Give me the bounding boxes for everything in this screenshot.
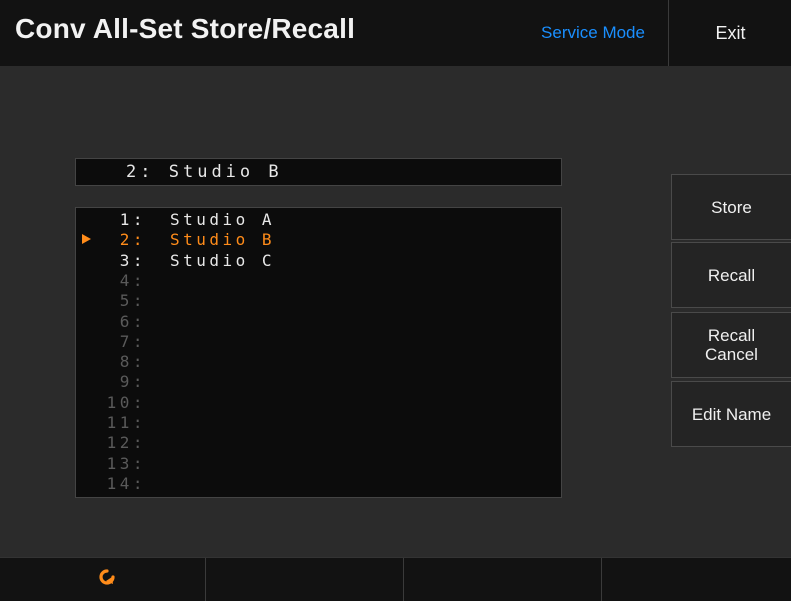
store-button[interactable]: Store [671,174,791,240]
list-item-number: 11: [106,413,146,432]
footer-softkey-2[interactable] [206,558,404,601]
current-name-number: 2: [126,162,155,182]
current-name-display: 2: Studio B [75,158,562,186]
list-item-number: 8: [119,352,146,372]
service-mode-label: Service Mode [541,23,645,42]
list-item[interactable]: 6: [76,312,561,331]
selection-cursor-icon [82,234,91,245]
footer-softkey-4[interactable] [602,558,791,601]
footer-refresh-button[interactable] [8,558,206,601]
list-item[interactable]: 1: Studio A [76,210,561,229]
recall-cancel-line2: Cancel [705,345,758,364]
recall-cancel-button[interactable]: Recall Cancel [671,312,791,378]
list-item-name: Studio B [170,230,276,250]
list-item-number: 1: [119,210,146,229]
list-item[interactable]: 9: [76,372,561,391]
list-item-number: 3: [119,250,146,270]
list-item[interactable]: 2: Studio B [76,230,561,249]
refresh-icon [96,566,118,593]
page-title: Conv All-Set Store/Recall [15,13,356,44]
list-item[interactable]: 11: [76,413,561,432]
list-item-number: 2: [119,230,146,250]
header-bar: Conv All-Set Store/Recall Service Mode E… [0,0,791,66]
recall-button[interactable]: Recall [671,242,791,308]
list-item[interactable]: 13: [76,454,561,473]
list-item[interactable]: 14: [76,474,561,493]
list-item[interactable]: 12: [76,433,561,452]
list-item-number: 6: [119,311,146,331]
current-name-text: 2: Studio B [126,162,283,182]
list-item-number: 10: [106,392,146,412]
list-item-number: 7: [119,331,146,351]
list-item-name: Studio A [170,210,276,229]
list-item-number: 5: [119,291,146,311]
edit-name-button[interactable]: Edit Name [671,381,791,447]
list-item-number: 9: [119,372,146,392]
exit-button[interactable]: Exit [668,0,791,66]
list-item[interactable]: 8: [76,352,561,371]
list-item[interactable]: 10: [76,393,561,412]
list-item-number: 12: [106,433,146,453]
list-item-name: Studio C [170,250,276,270]
memory-list[interactable]: 1: Studio A 2: Studio B 3: Studio C 4: 5: 6: 7: 8:… [75,207,562,498]
footer-bar [0,557,791,601]
list-item[interactable]: 7: [76,332,561,351]
list-item-number: 13: [106,453,146,473]
list-item[interactable]: 4: [76,271,561,290]
list-item-number: 4: [119,270,146,290]
list-item[interactable]: 5: [76,291,561,310]
footer-softkey-3[interactable] [404,558,602,601]
current-name-value: Studio B [168,162,283,182]
list-item-number: 14: [106,473,146,493]
list-item[interactable]: 3: Studio C [76,251,561,270]
recall-cancel-line1: Recall [707,326,756,345]
